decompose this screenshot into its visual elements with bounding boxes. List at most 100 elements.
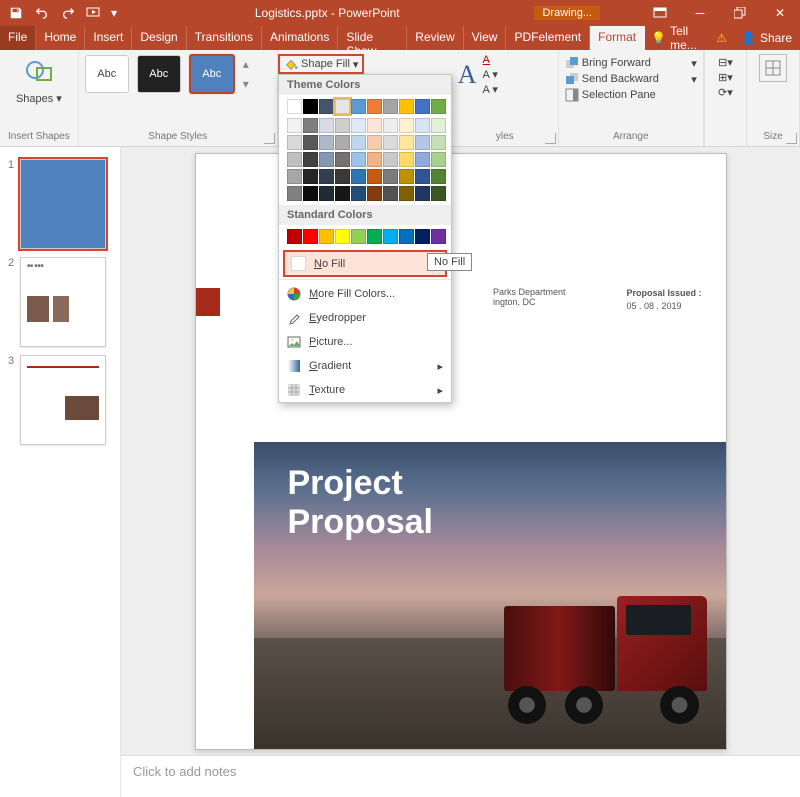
color-swatch[interactable] (303, 118, 318, 133)
tab-file[interactable]: File (0, 26, 36, 50)
color-swatch[interactable] (335, 152, 350, 167)
color-swatch[interactable] (319, 169, 334, 184)
align-button[interactable]: ⊟▾ (718, 56, 733, 69)
color-swatch[interactable] (399, 186, 414, 201)
send-backward-button[interactable]: Send Backward▾ (565, 72, 697, 86)
group-button[interactable]: ⊞▾ (718, 71, 733, 84)
color-swatch[interactable] (287, 229, 302, 244)
shapes-icon[interactable] (21, 54, 57, 90)
color-swatch[interactable] (415, 99, 430, 114)
color-swatch[interactable] (415, 152, 430, 167)
no-fill-item[interactable]: No Fill (283, 250, 447, 277)
tab-format[interactable]: Format (590, 26, 645, 50)
slide-thumbnail-1[interactable] (20, 159, 106, 249)
color-swatch[interactable] (431, 229, 446, 244)
styles-gallery-more-icon[interactable]: ▴▾ (243, 57, 249, 91)
color-swatch[interactable] (431, 186, 446, 201)
color-swatch[interactable] (383, 118, 398, 133)
color-swatch[interactable] (335, 229, 350, 244)
color-swatch[interactable] (367, 152, 382, 167)
color-swatch[interactable] (431, 169, 446, 184)
tab-transitions[interactable]: Transitions (187, 26, 262, 50)
tab-insert[interactable]: Insert (85, 26, 132, 50)
color-swatch[interactable] (399, 118, 414, 133)
color-swatch[interactable] (351, 99, 366, 114)
start-slideshow-icon[interactable] (82, 1, 106, 25)
size-box-icon[interactable] (759, 54, 787, 82)
color-swatch[interactable] (319, 186, 334, 201)
gradient-fill-item[interactable]: Gradient ▸ (279, 354, 451, 378)
color-swatch[interactable] (287, 99, 302, 114)
more-fill-colors-item[interactable]: More Fill Colors... (279, 282, 451, 306)
color-swatch[interactable] (319, 118, 334, 133)
undo-icon[interactable] (30, 1, 54, 25)
tab-pdfelement[interactable]: PDFelement (506, 26, 590, 50)
color-swatch[interactable] (367, 99, 382, 114)
color-swatch[interactable] (335, 135, 350, 150)
color-swatch[interactable] (287, 118, 302, 133)
close-button[interactable]: ✕ (760, 0, 800, 26)
wordart-launcher[interactable] (545, 133, 556, 144)
save-icon[interactable] (4, 1, 28, 25)
color-swatch[interactable] (351, 152, 366, 167)
color-swatch[interactable] (399, 99, 414, 114)
wordart-preview[interactable]: A (458, 60, 477, 90)
color-swatch[interactable] (431, 118, 446, 133)
color-swatch[interactable] (287, 135, 302, 150)
rotate-button[interactable]: ⟳▾ (718, 86, 733, 99)
color-swatch[interactable] (415, 118, 430, 133)
size-launcher[interactable] (786, 133, 797, 144)
slide-thumbnail-2[interactable]: ■■ ■■■ (20, 257, 106, 347)
color-swatch[interactable] (335, 118, 350, 133)
tab-slideshow[interactable]: Slide Show (338, 26, 407, 50)
selected-shape[interactable] (196, 288, 220, 316)
tell-me[interactable]: 💡 Tell me... ⚠ (645, 26, 733, 50)
text-outline-button[interactable]: A ▾ (483, 68, 498, 81)
color-swatch[interactable] (303, 186, 318, 201)
color-swatch[interactable] (303, 169, 318, 184)
color-swatch[interactable] (367, 169, 382, 184)
color-swatch[interactable] (319, 229, 334, 244)
text-fill-button[interactable]: A (483, 54, 498, 66)
notes-pane[interactable]: Click to add notes (121, 755, 800, 797)
color-swatch[interactable] (367, 118, 382, 133)
selection-pane-button[interactable]: Selection Pane (565, 88, 697, 102)
color-swatch[interactable] (335, 186, 350, 201)
color-swatch[interactable] (319, 99, 334, 114)
color-swatch[interactable] (367, 186, 382, 201)
share-button[interactable]: 👤 Share (733, 26, 800, 50)
color-swatch[interactable] (335, 99, 350, 114)
color-swatch[interactable] (431, 135, 446, 150)
color-swatch[interactable] (399, 229, 414, 244)
color-swatch[interactable] (351, 135, 366, 150)
minimize-button[interactable]: ─ (680, 0, 720, 26)
color-swatch[interactable] (351, 118, 366, 133)
eyedropper-item[interactable]: Eyedropper (279, 306, 451, 330)
tab-review[interactable]: Review (407, 26, 463, 50)
redo-icon[interactable] (56, 1, 80, 25)
restore-button[interactable] (720, 0, 760, 26)
text-effects-button[interactable]: A ▾ (483, 83, 498, 96)
tab-home[interactable]: Home (36, 26, 85, 50)
color-swatch[interactable] (351, 169, 366, 184)
color-swatch[interactable] (383, 99, 398, 114)
ribbon-options-icon[interactable] (640, 0, 680, 26)
picture-fill-item[interactable]: Picture... (279, 330, 451, 354)
color-swatch[interactable] (383, 135, 398, 150)
color-swatch[interactable] (399, 135, 414, 150)
color-swatch[interactable] (303, 135, 318, 150)
shape-style-preset-1[interactable]: Abc (85, 55, 129, 93)
color-swatch[interactable] (399, 169, 414, 184)
color-swatch[interactable] (287, 169, 302, 184)
color-swatch[interactable] (287, 152, 302, 167)
shapes-button[interactable]: Shapes ▾ (16, 92, 62, 105)
tab-design[interactable]: Design (132, 26, 186, 50)
texture-fill-item[interactable]: Texture ▸ (279, 378, 451, 402)
shape-fill-button[interactable]: Shape Fill ▾ (278, 54, 364, 74)
color-swatch[interactable] (431, 99, 446, 114)
shape-style-preset-3[interactable]: Abc (189, 54, 235, 94)
color-swatch[interactable] (399, 152, 414, 167)
color-swatch[interactable] (319, 152, 334, 167)
color-swatch[interactable] (351, 186, 366, 201)
slide-thumbnail-3[interactable] (20, 355, 106, 445)
